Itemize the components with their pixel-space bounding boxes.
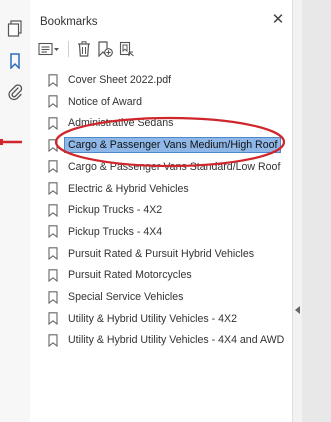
document-area — [302, 0, 331, 422]
bookmark-icon — [48, 312, 60, 326]
bookmark-label: Pickup Trucks - 4X4 — [68, 225, 163, 238]
bookmark-item[interactable]: Cargo & Passenger Vans Standard/Low Roof — [48, 157, 280, 177]
bookmark-item[interactable]: Cargo & Passenger Vans Medium/High Roof — [48, 135, 282, 155]
bookmark-icon — [48, 160, 60, 174]
bookmark-item[interactable]: Utility & Hybrid Utility Vehicles - 4X2 — [48, 309, 237, 329]
toolbar-divider — [68, 41, 69, 57]
bookmark-icon — [48, 268, 60, 282]
bookmark-item[interactable]: Utility & Hybrid Utility Vehicles - 4X4 … — [48, 330, 284, 350]
bookmark-icon — [48, 95, 60, 109]
delete-bookmark-icon — [78, 41, 90, 57]
bookmark-from-structure-icon — [119, 41, 134, 57]
bookmark-label: Pursuit Rated & Pursuit Hybrid Vehicles — [68, 247, 255, 260]
navigation-rail — [0, 0, 31, 422]
bookmark-icon[interactable] — [6, 52, 24, 70]
bookmark-item[interactable]: Pickup Trucks - 4X2 — [48, 200, 162, 220]
bookmark-icon — [48, 225, 60, 239]
bookmark-from-structure-button[interactable] — [119, 39, 135, 59]
collapse-arrow-icon[interactable] — [294, 305, 301, 315]
bookmark-icon — [48, 290, 60, 304]
bookmark-icon — [48, 138, 60, 152]
bookmark-label: Pursuit Rated Motorcycles — [68, 269, 192, 282]
bookmark-label: Special Service Vehicles — [68, 291, 184, 303]
bookmark-icon — [48, 203, 60, 217]
panel-title: Bookmarks — [40, 16, 98, 28]
bookmark-label: Cargo & Passenger Vans Medium/High Roof — [64, 137, 282, 154]
new-bookmark-button[interactable] — [97, 39, 113, 59]
options-menu-icon — [38, 42, 59, 56]
delete-bookmark-button[interactable] — [77, 39, 91, 59]
bookmark-label: Cover Sheet 2022.pdf — [68, 74, 172, 86]
bookmark-label: Electric & Hybrid Vehicles — [68, 182, 189, 195]
bookmark-item[interactable]: Electric & Hybrid Vehicles — [48, 179, 189, 199]
bookmark-item[interactable]: Pursuit Rated Motorcycles — [48, 265, 192, 285]
close-panel-button[interactable]: ✕ — [269, 10, 287, 28]
bookmark-icon — [48, 247, 60, 261]
pages-icon[interactable] — [6, 20, 24, 38]
options-menu-button[interactable] — [38, 39, 60, 59]
attachment-icon[interactable] — [6, 83, 24, 101]
bookmark-label: Pickup Trucks - 4X2 — [68, 204, 163, 217]
bookmark-item[interactable]: Administrative Sedans — [48, 113, 173, 133]
bookmark-item[interactable]: Pursuit Rated & Pursuit Hybrid Vehicles — [48, 244, 254, 264]
bookmark-label: Utility & Hybrid Utility Vehicles - 4X2 — [68, 312, 237, 325]
bookmark-icon — [48, 116, 60, 130]
bookmarks-panel: Bookmarks ✕ Cover Sheet 2022.pdf Notice … — [30, 0, 292, 422]
bookmark-label: Notice of Award — [68, 95, 143, 108]
close-icon: ✕ — [271, 11, 285, 28]
bookmark-item[interactable]: Special Service Vehicles — [48, 287, 183, 307]
bookmarks-toolbar — [38, 38, 135, 60]
bookmark-label: Utility & Hybrid Utility Vehicles - 4X4 … — [68, 334, 285, 347]
bookmark-item[interactable]: Pickup Trucks - 4X4 — [48, 222, 162, 242]
bookmark-label: Cargo & Passenger Vans Standard/Low Roof — [68, 160, 281, 173]
bookmark-icon — [48, 73, 60, 87]
bookmark-item[interactable]: Notice of Award — [48, 92, 142, 112]
bookmark-label: Administrative Sedans — [68, 117, 174, 130]
new-bookmark-icon — [98, 41, 113, 57]
bookmark-item[interactable]: Cover Sheet 2022.pdf — [48, 70, 171, 90]
bookmark-icon — [48, 182, 60, 196]
bookmark-icon — [48, 333, 60, 347]
